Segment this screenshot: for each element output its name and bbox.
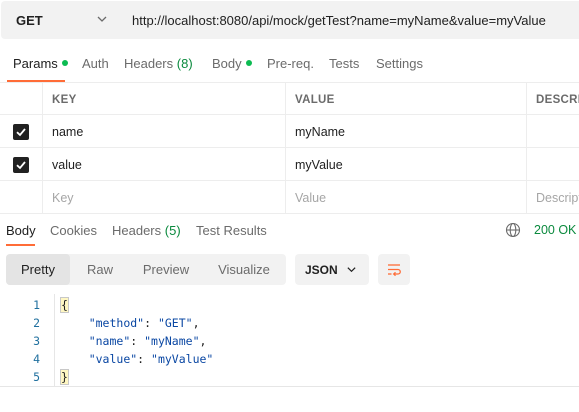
format-select[interactable]: JSON xyxy=(295,254,369,285)
row-checkbox[interactable] xyxy=(13,123,29,140)
new-value-input[interactable]: Value xyxy=(285,181,526,214)
tab-settings-label: Settings xyxy=(376,56,423,71)
response-status[interactable]: 200 OK xyxy=(534,223,576,237)
tab-params-label: Params xyxy=(13,56,58,71)
param-key[interactable]: value xyxy=(42,148,285,181)
checkmark-icon xyxy=(16,160,26,169)
modified-dot-icon xyxy=(245,60,252,66)
table-row: value myValue xyxy=(0,148,579,181)
tab-test-results[interactable]: Test Results xyxy=(196,223,267,238)
code-line: "value": "myValue" xyxy=(88,352,214,366)
tab-prereq-label: Pre-req. xyxy=(267,56,314,71)
checkmark-icon xyxy=(16,127,26,136)
header-value: VALUE xyxy=(285,83,526,116)
chevron-down-icon xyxy=(347,267,356,273)
gutter-divider xyxy=(54,294,55,386)
code-line: { xyxy=(60,297,69,313)
tab-prereq[interactable]: Pre-req. xyxy=(267,56,314,71)
chevron-down-icon xyxy=(97,16,107,22)
tab-body[interactable]: Body xyxy=(212,56,252,71)
tab-response-headers[interactable]: Headers (5) xyxy=(112,223,181,238)
table-row: name myName xyxy=(0,115,579,148)
mode-raw[interactable]: Raw xyxy=(70,254,130,285)
active-tab-indicator xyxy=(6,244,35,246)
tab-response-body[interactable]: Body xyxy=(6,223,36,238)
code-line: } xyxy=(60,369,69,385)
line-number: 2 xyxy=(33,316,40,330)
response-tabs: Body Cookies Headers (5) Test Results 20… xyxy=(0,214,579,246)
row-checkbox-cell xyxy=(0,148,42,181)
json-value: "myName" xyxy=(144,334,200,348)
new-description-input[interactable]: Description xyxy=(526,181,579,214)
method-select[interactable]: GET xyxy=(1,1,122,39)
param-description[interactable] xyxy=(526,148,579,181)
param-value[interactable]: myName xyxy=(285,115,526,148)
open-brace: { xyxy=(60,297,69,313)
line-number: 4 xyxy=(33,352,40,366)
tab-params[interactable]: Params xyxy=(13,56,68,71)
header-checkbox-cell xyxy=(0,83,42,116)
tab-response-headers-count: (5) xyxy=(164,223,181,238)
tab-headers-label: Headers xyxy=(124,56,174,71)
header-key: KEY xyxy=(42,83,285,116)
row-checkbox[interactable] xyxy=(13,156,29,173)
tab-response-headers-label: Headers xyxy=(112,223,162,238)
params-header-row: KEY VALUE DESCRIPTION xyxy=(0,82,579,116)
tab-auth[interactable]: Auth xyxy=(82,56,109,71)
tab-body-label: Body xyxy=(212,56,242,71)
line-number: 5 xyxy=(33,370,40,384)
new-param-row: Key Value Description xyxy=(0,181,579,214)
close-brace: } xyxy=(60,369,69,385)
param-value[interactable]: myValue xyxy=(285,148,526,181)
url-text: http://localhost:8080/api/mock/getTest?n… xyxy=(132,12,546,28)
globe-icon[interactable] xyxy=(505,222,521,238)
json-key: "value" xyxy=(88,352,138,366)
response-view-toolbar: Pretty Raw Preview Visualize JSON xyxy=(0,254,579,286)
modified-dot-icon xyxy=(61,60,68,66)
tab-cookies[interactable]: Cookies xyxy=(50,223,97,238)
header-description: DESCRIPTION xyxy=(526,83,579,116)
json-key: "name" xyxy=(88,334,131,348)
request-tabs: Params Auth Headers (8) Body Pre-req. Te… xyxy=(0,50,579,82)
code-line: "method": "GET", xyxy=(88,316,200,330)
mode-visualize[interactable]: Visualize xyxy=(202,254,286,285)
new-key-input[interactable]: Key xyxy=(42,181,285,214)
param-description[interactable] xyxy=(526,115,579,148)
mode-preview[interactable]: Preview xyxy=(130,254,202,285)
response-body-viewer[interactable]: 1 2 3 4 5 { "method": "GET", "name": "my… xyxy=(0,294,579,386)
row-checkbox-cell xyxy=(0,115,42,148)
json-separator: , xyxy=(199,334,207,348)
url-input[interactable]: http://localhost:8080/api/mock/getTest?n… xyxy=(122,1,579,39)
json-separator: , xyxy=(192,316,200,330)
tab-headers-count: (8) xyxy=(176,56,193,71)
wrap-lines-button[interactable] xyxy=(378,254,410,285)
json-key: "method" xyxy=(88,316,145,330)
request-bar: GET http://localhost:8080/api/mock/getTe… xyxy=(0,0,579,42)
row-checkbox-cell xyxy=(0,181,42,214)
view-mode-switch: Pretty Raw Preview Visualize xyxy=(6,254,286,285)
tab-auth-label: Auth xyxy=(82,56,109,71)
wrap-lines-icon xyxy=(388,263,401,276)
tab-tests-label: Tests xyxy=(329,56,360,71)
json-value: "GET" xyxy=(157,316,193,330)
tab-headers[interactable]: Headers (8) xyxy=(124,56,193,71)
line-number: 1 xyxy=(33,298,40,312)
tab-settings[interactable]: Settings xyxy=(376,56,423,71)
param-key[interactable]: name xyxy=(42,115,285,148)
tab-tests[interactable]: Tests xyxy=(329,56,359,71)
code-line: "name": "myName", xyxy=(88,334,207,348)
json-value: "myValue" xyxy=(151,352,214,366)
line-number: 3 xyxy=(33,334,40,348)
viewer-bottom-border xyxy=(0,386,579,387)
mode-pretty[interactable]: Pretty xyxy=(6,254,70,285)
method-label: GET xyxy=(16,12,43,28)
format-label: JSON xyxy=(305,262,338,277)
